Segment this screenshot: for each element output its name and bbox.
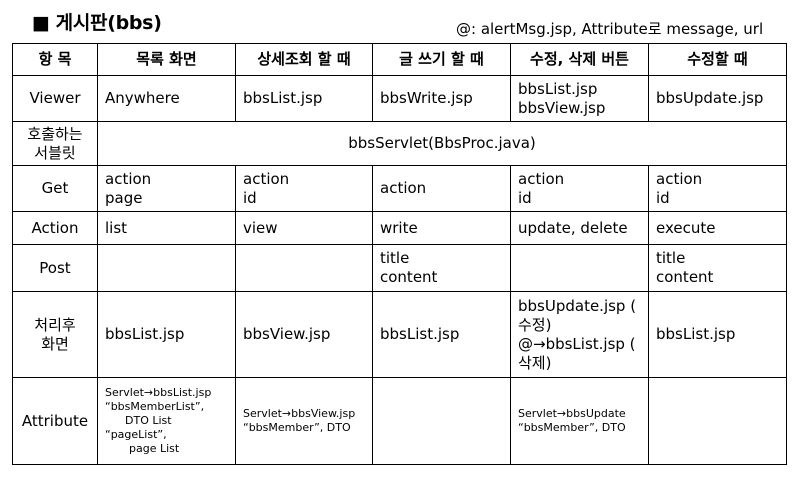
table-cell: action page [97, 165, 236, 212]
column-header: 상세조회 할 때 [235, 43, 373, 76]
cell-line: “bbsMemberList”, [105, 400, 205, 413]
table-cell: bbsUpdate.jsp [648, 75, 787, 122]
table-cell: bbsList.jsp [97, 291, 236, 378]
cell-line: content [656, 268, 714, 286]
table-cell [648, 377, 787, 465]
cell-line: action [518, 169, 565, 188]
cell-line: action [656, 169, 703, 188]
table-cell: execute [648, 211, 787, 245]
cell-line: “pageList”, [105, 428, 167, 441]
cell-line: content [380, 268, 438, 286]
table-cell: title content [372, 244, 511, 292]
table-header-row: 항 목 목록 화면 상세조회 할 때 글 쓰기 할 때 수정, 삭제 버튼 수정… [12, 43, 787, 76]
table-cell [372, 377, 511, 465]
table-row-after: 처리후 화면 bbsList.jsp bbsView.jsp bbsList.j… [12, 291, 787, 378]
row-label: Post [12, 244, 98, 292]
row-label-line: 화면 [41, 334, 69, 353]
table-cell: action id [235, 165, 373, 212]
cell-line: action [243, 169, 290, 188]
column-header: 목록 화면 [97, 43, 236, 76]
table-cell: list [97, 211, 236, 245]
table-row-post: Post title content title content [12, 244, 787, 292]
table-cell: bbsList.jsp [235, 75, 373, 122]
table-cell: action id [510, 165, 649, 212]
table-cell: Anywhere [97, 75, 236, 122]
row-label: Viewer [12, 75, 98, 122]
table-cell: Servlet→bbsList.jsp “bbsMemberList”, DTO… [97, 377, 236, 465]
cell-line: title [380, 249, 410, 267]
cell-line: 수정) [518, 315, 552, 334]
bbs-spec-table: 항 목 목록 화면 상세조회 할 때 글 쓰기 할 때 수정, 삭제 버튼 수정… [12, 43, 787, 465]
table-cell: bbsList.jsp bbsView.jsp [510, 75, 649, 122]
table-cell: Servlet→bbsView.jsp “bbsMember”, DTO [235, 377, 373, 465]
servlet-cell: bbsServlet(BbsProc.java) [97, 121, 787, 166]
table-row-viewer: Viewer Anywhere bbsList.jsp bbsWrite.jsp… [12, 75, 787, 122]
cell-line: 삭제) [518, 353, 552, 372]
cell-line: bbsUpdate.jsp ( [518, 296, 637, 315]
cell-line: “bbsMember”, DTO [243, 421, 351, 434]
row-label: Action [12, 211, 98, 245]
table-row-action: Action list view write update, delete ex… [12, 211, 787, 245]
row-label: Attribute [12, 377, 98, 465]
table-row-servlet: 호출하는 서블릿 bbsServlet(BbsProc.java) [12, 121, 787, 166]
row-label-line: 호출하는 [27, 124, 83, 143]
cell-line: @→bbsList.jsp ( [518, 334, 636, 353]
column-header: 항 목 [12, 43, 98, 76]
cell-line: id [656, 188, 670, 207]
table-cell: bbsUpdate.jsp ( 수정) @→bbsList.jsp ( 삭제) [510, 291, 649, 378]
table-cell: bbsWrite.jsp [372, 75, 511, 122]
column-header: 수정, 삭제 버튼 [510, 43, 649, 76]
cell-line: Servlet→bbsView.jsp [243, 407, 356, 420]
cell-line: bbsList.jsp [518, 79, 598, 98]
table-cell: bbsList.jsp [648, 291, 787, 378]
square-bullet-icon: ■ [32, 12, 50, 34]
cell-line: page [105, 188, 143, 207]
row-label: 호출하는 서블릿 [12, 121, 98, 166]
cell-line: Servlet→bbsList.jsp [105, 386, 212, 399]
table-cell: Servlet→bbsUpdate “bbsMember”, DTO [510, 377, 649, 465]
table-cell [97, 244, 236, 292]
page-title: ■ 게시판(bbs) [32, 8, 162, 35]
page-title-text: 게시판(bbs) [55, 12, 162, 34]
cell-line: DTO List [125, 414, 172, 427]
table-cell: update, delete [510, 211, 649, 245]
table-cell: title content [648, 244, 787, 292]
row-label: 처리후 화면 [12, 291, 98, 378]
column-header: 글 쓰기 할 때 [372, 43, 511, 76]
row-label-line: 처리후 [34, 315, 76, 334]
table-cell [235, 244, 373, 292]
table-cell: write [372, 211, 511, 245]
cell-line: bbsView.jsp [518, 98, 606, 117]
cell-line: “bbsMember”, DTO [518, 421, 626, 434]
row-label: Get [12, 165, 98, 212]
table-cell: action id [648, 165, 787, 212]
alert-note: @: alertMsg.jsp, Attribute로 message, url [456, 20, 764, 38]
cell-line: id [518, 188, 532, 207]
cell-line: title [656, 249, 686, 267]
table-cell: action [372, 165, 511, 212]
table-row-attribute: Attribute Servlet→bbsList.jsp “bbsMember… [12, 377, 787, 465]
row-label-line: 서블릿 [34, 143, 76, 162]
table-cell: view [235, 211, 373, 245]
table-row-get: Get action page action id action action … [12, 165, 787, 212]
cell-line: Servlet→bbsUpdate [518, 407, 626, 420]
column-header: 수정할 때 [648, 43, 787, 76]
cell-line: id [243, 188, 257, 207]
table-cell: bbsList.jsp [372, 291, 511, 378]
table-cell: bbsView.jsp [235, 291, 373, 378]
table-cell [510, 244, 649, 292]
cell-line: action [105, 169, 152, 188]
cell-line: page List [129, 442, 180, 455]
